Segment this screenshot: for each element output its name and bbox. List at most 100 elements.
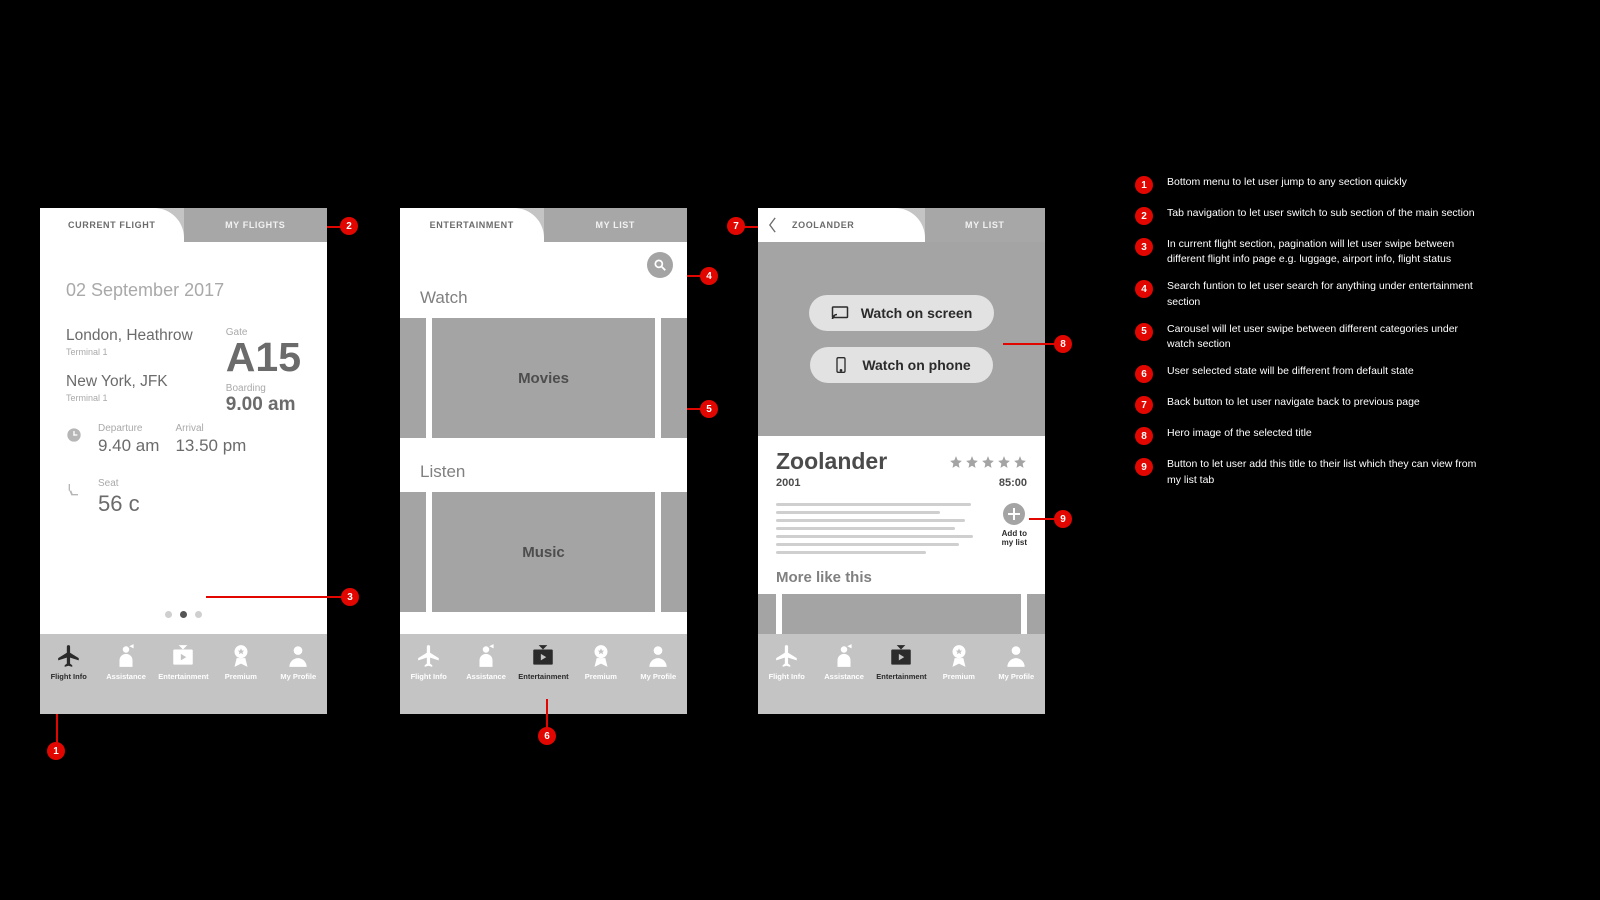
nav-flight-info[interactable]: Flight Info xyxy=(41,644,96,681)
annotation-row: 9Button to let user add this title to th… xyxy=(1135,457,1487,487)
nav-label: My Profile xyxy=(280,672,316,681)
nav-label: Entertainment xyxy=(518,672,568,681)
to-city: New York, JFK xyxy=(66,373,226,391)
tab-bar: CURRENT FLIGHT MY FLIGHTS xyxy=(40,208,327,242)
annotation-line xyxy=(327,226,341,228)
assistance-icon xyxy=(472,644,500,668)
annotation-marker-3: 3 xyxy=(341,588,359,606)
premium-icon xyxy=(227,644,255,668)
gate-value: A15 xyxy=(226,338,301,377)
search-button[interactable] xyxy=(647,252,673,278)
tab-title: ZOOLANDER xyxy=(786,208,925,242)
nav-premium[interactable]: Premium xyxy=(573,644,628,681)
annotation-line xyxy=(546,699,548,728)
movie-year: 2001 xyxy=(776,477,800,489)
tab-my-list[interactable]: MY LIST xyxy=(925,208,1045,242)
back-button[interactable] xyxy=(758,208,786,242)
nav-entertainment[interactable]: Entertainment xyxy=(874,644,929,681)
carousel-card-music[interactable]: Music xyxy=(432,492,655,612)
from-terminal: Terminal 1 xyxy=(66,347,226,357)
movie-content: Watch on screen Watch on phone Zoolander… xyxy=(758,242,1045,634)
seat-value: 56 c xyxy=(98,491,140,517)
carousel-prev-peek[interactable] xyxy=(400,492,426,612)
plane-icon xyxy=(773,644,801,668)
nav-profile[interactable]: My Profile xyxy=(271,644,326,681)
carousel-next-peek[interactable] xyxy=(661,492,687,612)
plus-icon xyxy=(1008,508,1020,520)
star-rating[interactable] xyxy=(949,455,1027,469)
plane-icon xyxy=(55,644,83,668)
dot-3[interactable] xyxy=(195,611,202,618)
dot-2[interactable] xyxy=(180,611,187,618)
annotation-number: 2 xyxy=(1135,207,1153,225)
annotation-row: 3In current flight section, pagination w… xyxy=(1135,237,1487,267)
pagination-dots[interactable] xyxy=(40,611,327,618)
annotation-line xyxy=(687,408,701,410)
add-to-list-button[interactable] xyxy=(1003,503,1025,525)
arrival-value: 13.50 pm xyxy=(175,436,246,456)
nav-flight-info[interactable]: Flight Info xyxy=(401,644,456,681)
nav-profile[interactable]: My Profile xyxy=(989,644,1044,681)
nav-entertainment[interactable]: Entertainment xyxy=(156,644,211,681)
watch-carousel[interactable]: Movies xyxy=(400,318,687,438)
nav-assistance[interactable]: Assistance xyxy=(99,644,154,681)
annotation-text: Bottom menu to let user jump to any sect… xyxy=(1167,175,1407,190)
annotation-marker-5: 5 xyxy=(700,400,718,418)
hero-image: Watch on screen Watch on phone xyxy=(758,242,1045,436)
annotation-number: 8 xyxy=(1135,427,1153,445)
annotation-number: 5 xyxy=(1135,323,1153,341)
annotation-row: 5Carousel will let user swipe between di… xyxy=(1135,322,1487,352)
annotation-row: 4Search funtion to let user search for a… xyxy=(1135,279,1487,309)
thumb-card[interactable] xyxy=(782,594,1021,634)
seat-icon xyxy=(66,482,82,498)
to-terminal: Terminal 1 xyxy=(66,393,226,403)
nav-profile[interactable]: My Profile xyxy=(631,644,686,681)
boarding-label: Boarding xyxy=(226,383,301,394)
tab-my-flights[interactable]: MY FLIGHTS xyxy=(184,208,328,242)
watch-section-title: Watch xyxy=(400,288,687,318)
nav-assistance[interactable]: Assistance xyxy=(459,644,514,681)
boarding-value: 9.00 am xyxy=(226,394,301,416)
movie-runtime: 85:00 xyxy=(999,477,1027,489)
listen-carousel[interactable]: Music xyxy=(400,492,687,612)
tab-bar: ENTERTAINMENT MY LIST xyxy=(400,208,687,242)
clock-icon xyxy=(66,427,82,443)
assistance-icon xyxy=(830,644,858,668)
tab-my-list[interactable]: MY LIST xyxy=(544,208,688,242)
annotation-text: In current flight section, pagination wi… xyxy=(1167,237,1487,267)
star-icon xyxy=(949,455,963,469)
watch-on-phone-button[interactable]: Watch on phone xyxy=(810,347,992,383)
nav-label: My Profile xyxy=(998,672,1034,681)
dot-1[interactable] xyxy=(165,611,172,618)
carousel-next-peek[interactable] xyxy=(661,318,687,438)
add-to-list-label: Add to my list xyxy=(1002,529,1027,547)
carousel-card-movies[interactable]: Movies xyxy=(432,318,655,438)
thumb-prev-peek[interactable] xyxy=(758,594,776,634)
nav-premium[interactable]: Premium xyxy=(931,644,986,681)
annotation-text: Back button to let user navigate back to… xyxy=(1167,395,1420,410)
nav-label: Premium xyxy=(585,672,617,681)
nav-flight-info[interactable]: Flight Info xyxy=(759,644,814,681)
nav-assistance[interactable]: Assistance xyxy=(817,644,872,681)
entertainment-content: Watch Movies Listen Music xyxy=(400,242,687,634)
thumb-next-peek[interactable] xyxy=(1027,594,1045,634)
bottom-nav: Flight Info Assistance Entertainment Pre… xyxy=(758,634,1045,714)
annotation-text: Tab navigation to let user switch to sub… xyxy=(1167,206,1475,221)
seat-label: Seat xyxy=(98,478,140,489)
bottom-nav: Flight Info Assistance Entertainment Pre… xyxy=(40,634,327,714)
watch-on-screen-button[interactable]: Watch on screen xyxy=(809,295,995,331)
star-icon xyxy=(965,455,979,469)
more-like-this-carousel[interactable] xyxy=(758,586,1045,634)
nav-premium[interactable]: Premium xyxy=(213,644,268,681)
tab-current-flight[interactable]: CURRENT FLIGHT xyxy=(40,208,184,242)
flight-content: 02 September 2017 London, Heathrow Termi… xyxy=(40,242,327,634)
screen-movie-detail: ZOOLANDER MY LIST Watch on screen Watch … xyxy=(758,208,1045,714)
nav-label: Flight Info xyxy=(411,672,447,681)
nav-entertainment[interactable]: Entertainment xyxy=(516,644,571,681)
annotation-marker-4: 4 xyxy=(700,267,718,285)
listen-section-title: Listen xyxy=(400,462,687,492)
nav-label: Assistance xyxy=(824,672,864,681)
nav-label: Entertainment xyxy=(876,672,926,681)
carousel-prev-peek[interactable] xyxy=(400,318,426,438)
tab-entertainment[interactable]: ENTERTAINMENT xyxy=(400,208,544,242)
